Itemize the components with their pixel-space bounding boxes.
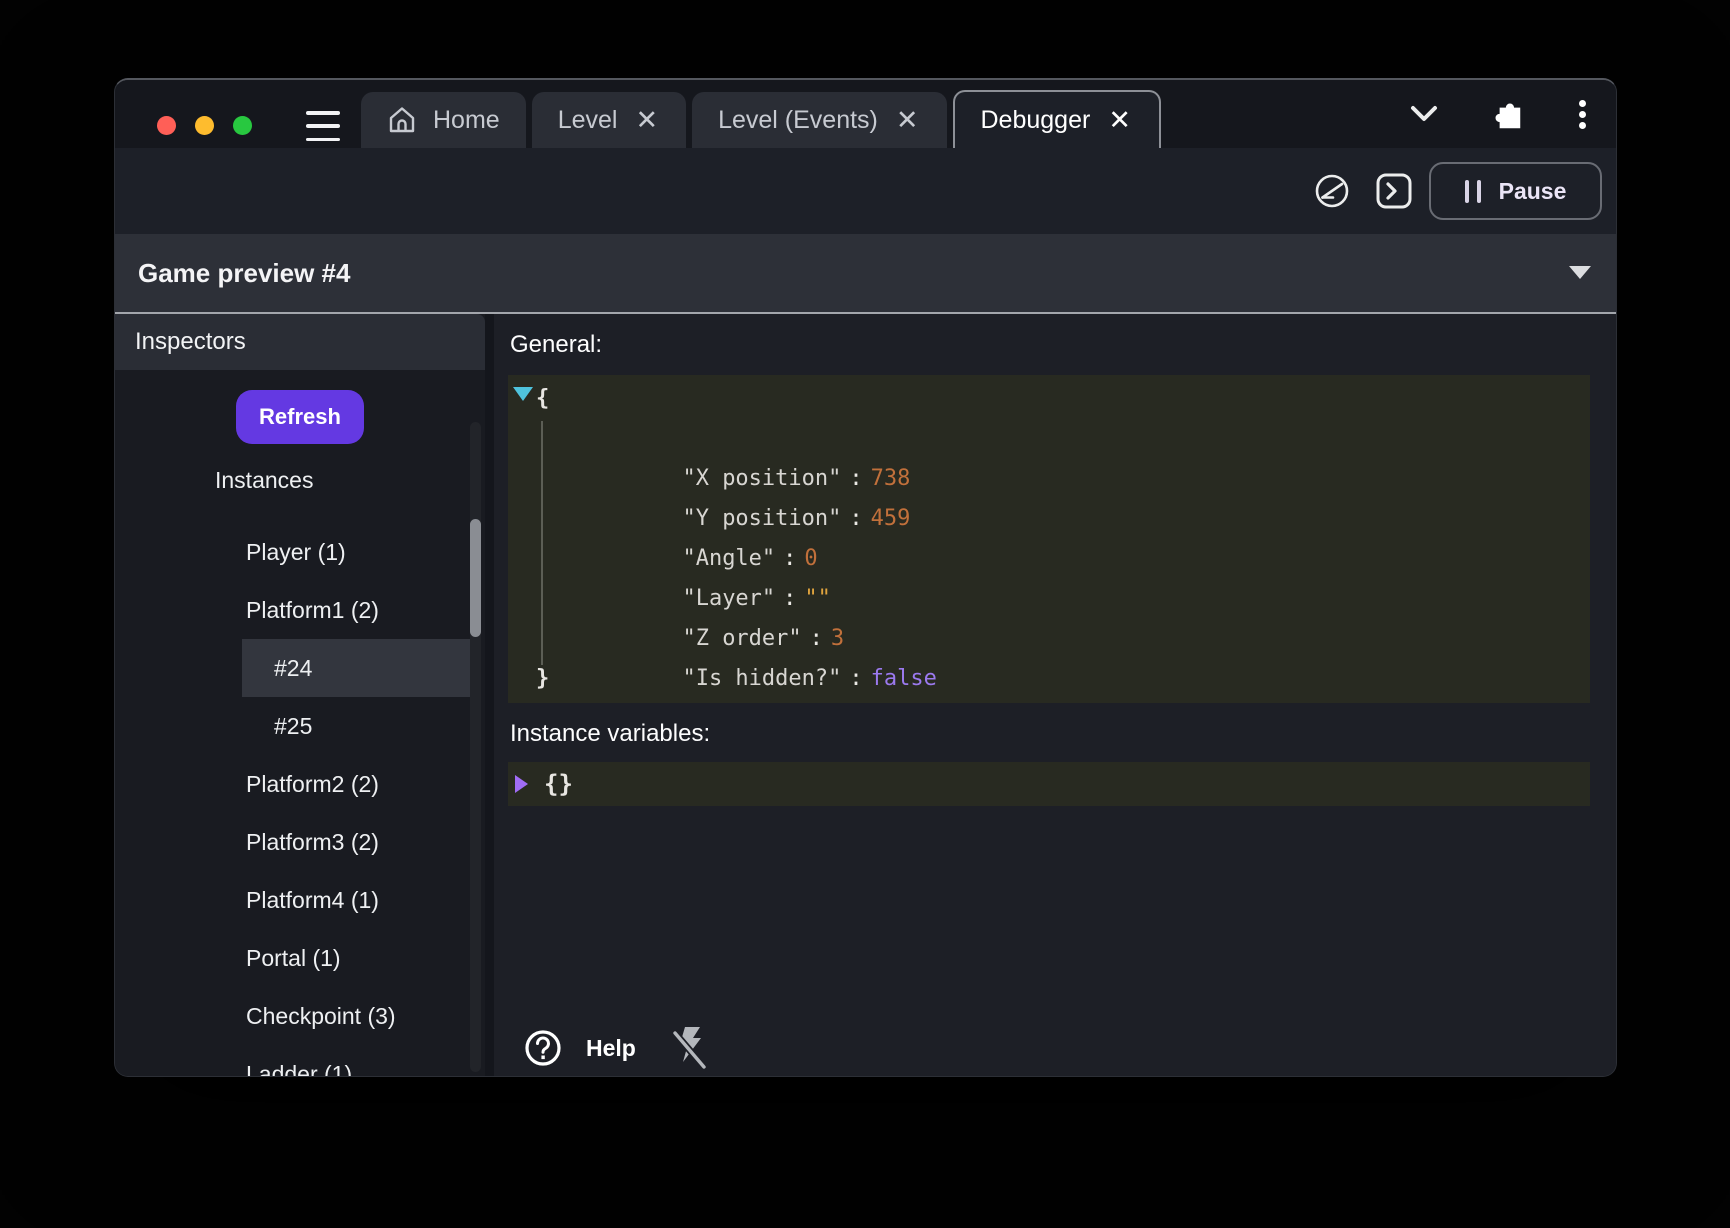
instance-item-24[interactable]: #24 [242, 639, 471, 697]
dot [1579, 111, 1586, 118]
instance-group-checkpoint[interactable]: Checkpoint (3) [115, 987, 485, 1045]
profiler-speedometer-icon [1313, 172, 1351, 210]
instance-group-platform4[interactable]: Platform4 (1) [115, 871, 485, 929]
debugger-window: Home Level ✕ Level (Events) ✕ Debugger ✕ [114, 78, 1617, 1077]
chevron-down-icon [1410, 105, 1438, 123]
zoom-window-button[interactable] [233, 116, 252, 135]
tab-label: Home [433, 106, 500, 135]
help-question-icon [524, 1029, 562, 1067]
dot [1579, 100, 1586, 107]
flash-off-icon [672, 1026, 708, 1070]
inspectors-title: Inspectors [135, 328, 246, 356]
help-row: Help [524, 1026, 708, 1070]
traffic-lights [157, 116, 252, 135]
tab-level[interactable]: Level ✕ [532, 92, 686, 148]
general-properties-tree: { "X position":738 "Y position":459 "Ang… [508, 375, 1590, 703]
sidebar-scrollbar-handle[interactable] [470, 519, 481, 637]
titlebar-actions [1410, 80, 1616, 148]
close-tab-icon[interactable]: ✕ [1106, 107, 1133, 134]
help-button[interactable] [524, 1029, 562, 1067]
profiler-button[interactable] [1313, 172, 1351, 210]
refresh-button[interactable]: Refresh [236, 390, 364, 444]
debugger-toolbar: Pause [115, 148, 1616, 234]
instance-variables-label: Instance variables: [510, 719, 1616, 749]
puzzle-icon [1490, 98, 1523, 131]
pause-icon [1465, 180, 1481, 203]
minimize-window-button[interactable] [195, 116, 214, 135]
tab-label: Level [558, 106, 618, 135]
property-row: "Layer":"" [508, 539, 1590, 579]
expand-arrow-icon[interactable] [515, 775, 528, 793]
tab-debugger[interactable]: Debugger ✕ [953, 90, 1161, 148]
property-row: "Y position":459 [508, 459, 1590, 499]
pause-button[interactable]: Pause [1429, 162, 1602, 220]
extensions-button[interactable] [1490, 98, 1523, 131]
instances-list: Player (1) Platform1 (2) #24 #25 Platfor… [115, 523, 485, 1077]
game-preview-selector[interactable]: Game preview #4 [115, 234, 1616, 314]
instances-tree-root[interactable]: Instances [115, 452, 485, 508]
inspectors-header: Inspectors [115, 314, 485, 370]
expand-tabs-button[interactable] [1410, 105, 1438, 123]
instance-group-platform2[interactable]: Platform2 (2) [115, 755, 485, 813]
home-icon [387, 105, 417, 135]
flash-off-button[interactable] [672, 1026, 708, 1070]
tab-bar: Home Level ✕ Level (Events) ✕ Debugger ✕ [361, 90, 1161, 148]
instance-variables-tree: {} [508, 762, 1590, 806]
tab-home[interactable]: Home [361, 92, 526, 148]
instance-group-ladder[interactable]: Ladder (1) [115, 1045, 485, 1077]
close-brace: } [508, 659, 1590, 699]
close-window-button[interactable] [157, 116, 176, 135]
tab-strip: Home Level ✕ Level (Events) ✕ Debugger ✕ [115, 80, 1616, 148]
instance-group-platform3[interactable]: Platform3 (2) [115, 813, 485, 871]
property-row: "X position":738 [508, 419, 1590, 459]
property-row: "Angle":0 [508, 499, 1590, 539]
instance-group-player[interactable]: Player (1) [115, 523, 485, 581]
close-tab-icon[interactable]: ✕ [633, 107, 660, 134]
inspectors-sidebar: Inspectors Refresh Instances Player (1) … [115, 314, 485, 1077]
property-row: "Is hidden?":false [508, 619, 1590, 659]
sidebar-divider [485, 314, 494, 1077]
general-label: General: [510, 330, 1616, 360]
console-button[interactable] [1375, 172, 1413, 210]
open-brace: { [508, 379, 1590, 419]
close-tab-icon[interactable]: ✕ [894, 107, 921, 134]
more-options-button[interactable] [1579, 100, 1586, 129]
pause-label: Pause [1499, 178, 1567, 205]
tab-label: Debugger [981, 106, 1091, 135]
game-preview-title: Game preview #4 [138, 258, 350, 289]
instance-group-portal[interactable]: Portal (1) [115, 929, 485, 987]
dot [1579, 122, 1586, 129]
dropdown-caret-icon [1569, 266, 1591, 279]
property-row: "Z order":3 [508, 579, 1590, 619]
tab-label: Level (Events) [718, 106, 878, 135]
instance-item-25[interactable]: #25 [115, 697, 485, 755]
main-menu-icon[interactable] [306, 111, 340, 141]
debugger-content: Inspectors Refresh Instances Player (1) … [115, 314, 1616, 1077]
tab-level-events[interactable]: Level (Events) ✕ [692, 92, 946, 148]
console-icon [1375, 172, 1413, 210]
help-label: Help [586, 1035, 636, 1062]
inspector-panel: General: { "X position":738 "Y position"… [494, 314, 1616, 1077]
instance-group-platform1[interactable]: Platform1 (2) [115, 581, 485, 639]
